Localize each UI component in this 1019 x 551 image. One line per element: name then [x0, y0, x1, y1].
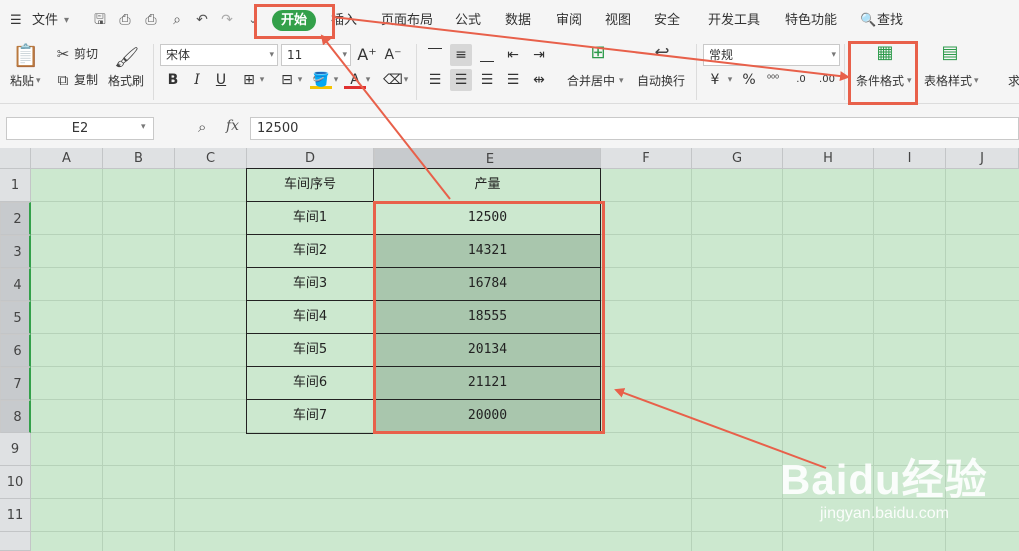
watermark-url: jingyan.baidu.com: [820, 505, 949, 522]
arrow-to-home-tab: [320, 34, 451, 200]
arrow-to-conditional-format: [332, 16, 850, 82]
watermark-logo-text: Baidu经验: [780, 456, 988, 503]
baidu-jingyan-watermark: Baidu经验 jingyan.baidu.com: [780, 444, 1015, 550]
